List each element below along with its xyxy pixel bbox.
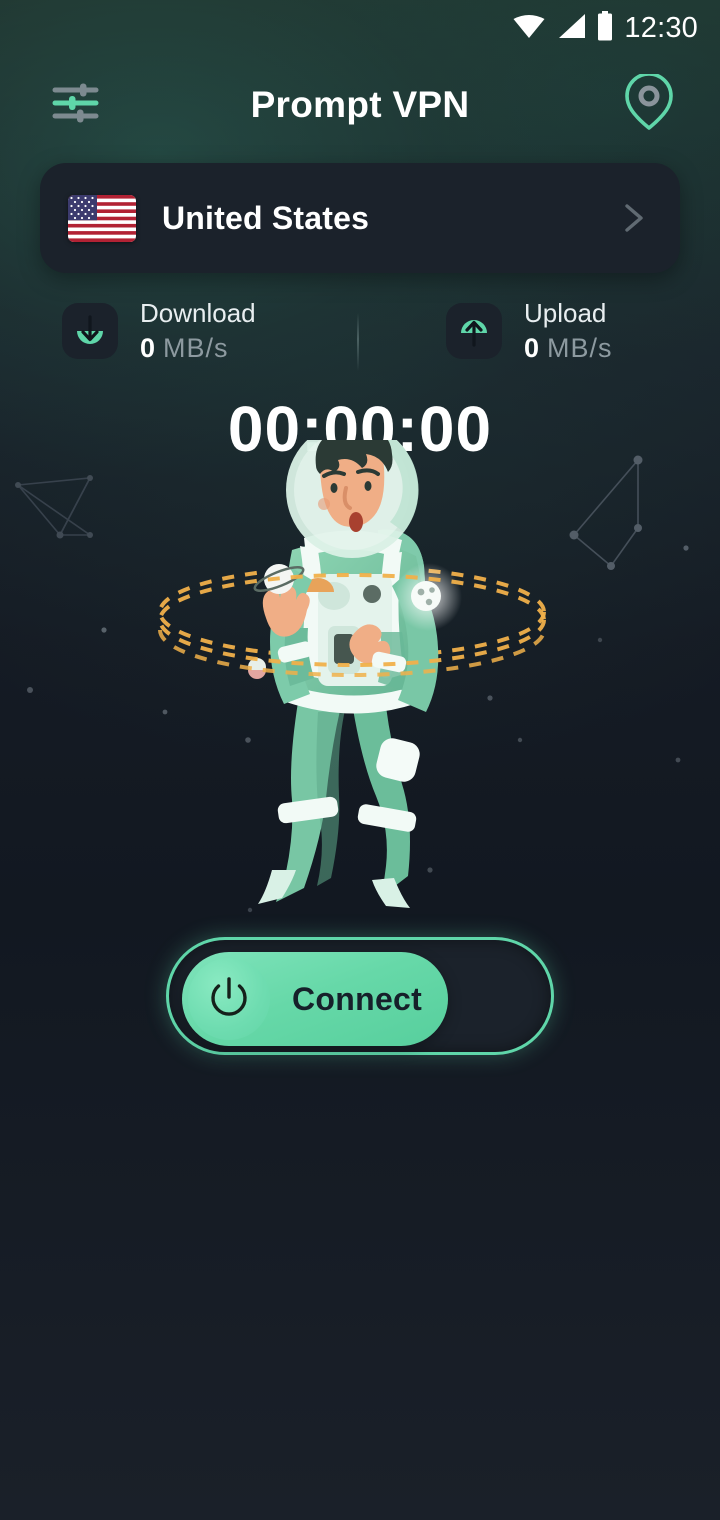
app-bar: Prompt VPN bbox=[0, 62, 720, 148]
chevron-right-icon bbox=[616, 201, 650, 235]
connect-button-label: Connect bbox=[292, 980, 423, 1017]
astronaut-illustration bbox=[0, 440, 720, 940]
upload-label: Upload bbox=[524, 298, 607, 328]
cellular-signal-icon bbox=[556, 13, 586, 44]
constellation-right bbox=[569, 455, 689, 570]
location-pin-icon bbox=[623, 71, 675, 137]
stats-divider bbox=[357, 313, 359, 371]
connect-toggle[interactable]: Connect bbox=[166, 937, 554, 1055]
settings-sliders-button[interactable] bbox=[48, 76, 106, 134]
power-icon-circle bbox=[188, 958, 270, 1040]
upload-arrow-icon bbox=[446, 303, 502, 360]
connect-toggle-track[interactable]: Connect bbox=[166, 937, 554, 1055]
wifi-icon bbox=[512, 13, 546, 44]
page-title: Prompt VPN bbox=[250, 84, 470, 125]
vpn-app-screen: 12:30 Prompt VPN United States Download … bbox=[0, 0, 720, 1520]
upload-value: 0 bbox=[524, 333, 540, 364]
download-value: 0 bbox=[140, 333, 156, 364]
download-unit: MB/s bbox=[163, 333, 229, 364]
status-bar: 12:30 bbox=[0, 0, 720, 56]
download-label: Download bbox=[140, 298, 256, 328]
settings-sliders-icon bbox=[52, 81, 102, 130]
battery-icon bbox=[596, 10, 614, 46]
upload-unit: MB/s bbox=[547, 333, 613, 364]
location-pin-button[interactable] bbox=[620, 71, 678, 137]
power-icon bbox=[205, 973, 253, 1026]
download-stat: Download 0 MB/s bbox=[62, 298, 256, 364]
selected-country-label: United States bbox=[162, 199, 370, 236]
connect-toggle-thumb[interactable]: Connect bbox=[182, 952, 448, 1046]
status-bar-clock: 12:30 bbox=[624, 11, 698, 44]
constellation-left bbox=[15, 475, 93, 539]
glowing-orb bbox=[394, 563, 462, 631]
upload-stat: Upload 0 MB/s bbox=[446, 298, 613, 364]
speed-stats-row: Download 0 MB/s Upload 0 MB/s bbox=[0, 298, 720, 386]
server-location-selector[interactable]: United States bbox=[40, 163, 680, 273]
flag-icon-united-states bbox=[68, 194, 136, 242]
download-arrow-icon bbox=[62, 303, 118, 360]
